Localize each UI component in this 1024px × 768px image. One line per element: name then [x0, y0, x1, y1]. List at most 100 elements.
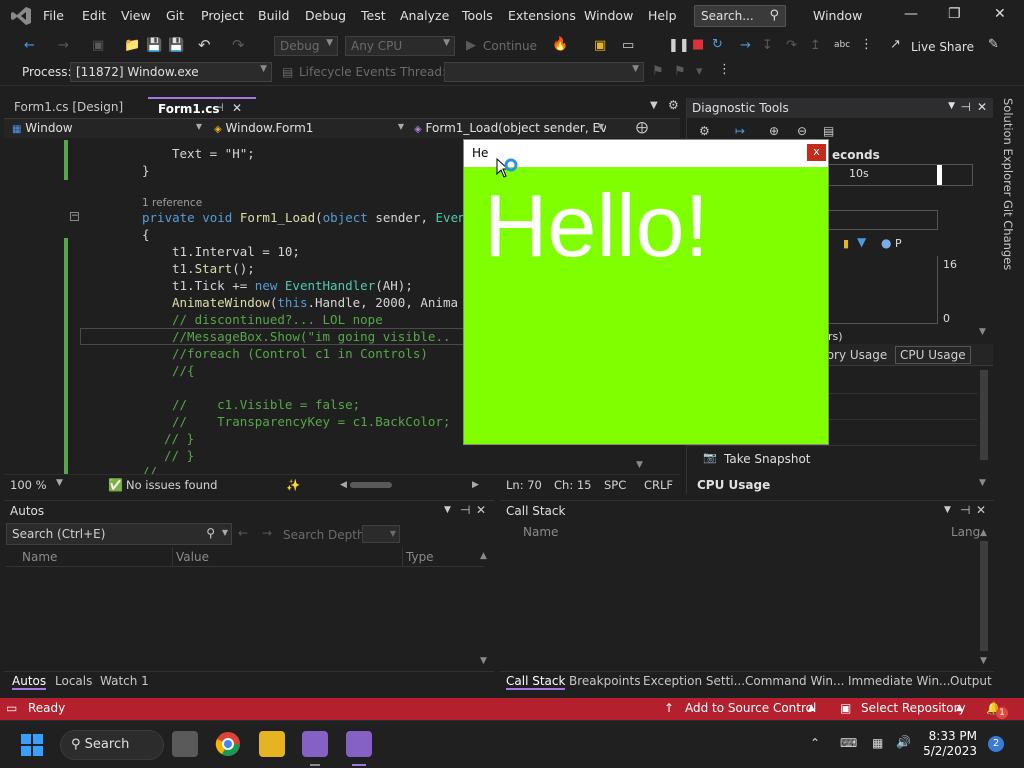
- continue-button[interactable]: Continue: [483, 39, 537, 53]
- lifecycle-events-icon[interactable]: ▤: [282, 65, 293, 79]
- visual-studio-taskbar-icon[interactable]: [302, 731, 328, 757]
- show-next-statement-icon[interactable]: →: [740, 38, 751, 53]
- call-stack-col-name[interactable]: Name: [523, 525, 558, 539]
- menu-debug[interactable]: Debug: [305, 8, 346, 23]
- tab-close-icon[interactable]: ✕: [232, 101, 242, 115]
- call-stack-col-language[interactable]: Lang: [951, 525, 980, 539]
- select-repository-button[interactable]: Select Repository: [861, 701, 966, 715]
- tab-locals[interactable]: Locals: [55, 674, 92, 688]
- call-stack-scroll-down-icon[interactable]: ▼: [980, 656, 987, 666]
- scroll-down-icon[interactable]: ▼: [636, 460, 643, 470]
- form-body[interactable]: Hello!: [464, 167, 828, 444]
- new-project-icon[interactable]: ▣: [92, 38, 104, 53]
- autos-search-input[interactable]: Search (Ctrl+E) ⚲ ▼: [6, 523, 232, 545]
- autos-col-name[interactable]: Name: [22, 550, 57, 564]
- autos-pin-icon[interactable]: ⊣: [460, 503, 470, 517]
- hot-reload-icon[interactable]: 🔥: [552, 37, 568, 52]
- pin-icon[interactable]: ⊣: [214, 101, 224, 114]
- split-editor-icon[interactable]: ⨁: [636, 120, 648, 134]
- menu-view[interactable]: View: [121, 8, 151, 23]
- form-close-button[interactable]: x: [807, 144, 826, 161]
- line-number[interactable]: Ln: 70: [506, 478, 542, 492]
- tray-overflow-icon[interactable]: ⌃: [810, 736, 820, 750]
- visual-studio-taskbar-icon-2[interactable]: [346, 731, 372, 757]
- zoom-in-icon[interactable]: ⊕: [769, 124, 779, 138]
- save-icon[interactable]: 💾: [146, 38, 162, 53]
- folder-icon[interactable]: ▣: [594, 38, 606, 53]
- tab-output[interactable]: Output: [950, 674, 992, 688]
- window-layout-icon[interactable]: ▭: [622, 38, 634, 53]
- taskbar-search[interactable]: ⚲ Search: [60, 730, 164, 760]
- search-depth-combo[interactable]: ▼: [362, 525, 400, 543]
- diag-scroll-bottom-icon[interactable]: ▼: [979, 478, 986, 488]
- autos-search-dropdown-icon[interactable]: ▼: [222, 528, 228, 537]
- collapse-icon[interactable]: −: [70, 212, 79, 221]
- whitespace-mode[interactable]: SPC: [604, 478, 626, 492]
- network-icon[interactable]: ▦: [872, 736, 883, 750]
- tab-immediate-window[interactable]: Immediate Win...: [848, 674, 951, 688]
- save-all-icon[interactable]: 💾: [168, 38, 184, 53]
- diag-settings-icon[interactable]: ⚙: [699, 124, 710, 138]
- windows-start-icon[interactable]: [21, 734, 43, 756]
- process-combo[interactable]: [11872] Window.exe ▼: [70, 62, 272, 82]
- menu-build[interactable]: Build: [258, 8, 289, 23]
- project-combo[interactable]: ▦ Window ▼: [8, 120, 204, 138]
- tab-autos[interactable]: Autos: [12, 674, 47, 690]
- feedback-icon[interactable]: ✎: [988, 37, 999, 52]
- add-to-source-control-button[interactable]: Add to Source Control: [685, 701, 816, 715]
- timeline-cursor[interactable]: [937, 165, 942, 185]
- call-stack-scrollbar-thumb[interactable]: [980, 541, 988, 651]
- spell-check-icon[interactable]: abc: [834, 40, 850, 50]
- platform-combo[interactable]: Any CPU ▼: [345, 36, 455, 56]
- tab-breakpoints[interactable]: Breakpoints: [569, 674, 640, 688]
- menu-edit[interactable]: Edit: [82, 8, 106, 23]
- tab-form1-design[interactable]: Form1.cs [Design]: [4, 97, 146, 117]
- menu-extensions[interactable]: Extensions: [508, 8, 576, 23]
- scroll-left-icon[interactable]: ◀: [340, 480, 347, 490]
- menu-window[interactable]: Window: [584, 8, 633, 23]
- system-clock[interactable]: 8:33 PM 5/2/2023: [923, 729, 977, 759]
- search-forward-icon[interactable]: →: [262, 526, 272, 540]
- call-stack-close-icon[interactable]: ✕: [976, 503, 986, 517]
- filter-icon[interactable]: ▾: [696, 64, 703, 79]
- search-back-icon[interactable]: ←: [238, 526, 248, 540]
- menu-file[interactable]: File: [43, 8, 64, 23]
- column-number[interactable]: Ch: 15: [554, 478, 591, 492]
- horizontal-scroll-thumb[interactable]: [350, 482, 392, 488]
- autos-scroll-down-icon[interactable]: ▼: [480, 656, 487, 666]
- tab-form1-code[interactable]: Form1.cs ⊣ ✕: [148, 97, 256, 117]
- close-icon[interactable]: ✕: [994, 6, 1006, 22]
- maximize-icon[interactable]: ❐: [948, 6, 961, 22]
- class-combo[interactable]: ◈ Window.Form1 ▼: [210, 120, 406, 138]
- menu-test[interactable]: Test: [361, 8, 386, 23]
- volume-icon[interactable]: 🔊: [896, 735, 911, 749]
- source-control-caret-icon[interactable]: ▲: [808, 703, 815, 713]
- tab-command-window[interactable]: Command Win...: [745, 674, 844, 688]
- thread-combo[interactable]: ▼: [444, 62, 644, 82]
- menu-project[interactable]: Project: [201, 8, 244, 23]
- stop-icon[interactable]: ■: [692, 37, 704, 52]
- step-out-icon[interactable]: ↥: [810, 38, 821, 53]
- git-changes-tab[interactable]: Git Changes: [1001, 200, 1015, 270]
- member-combo[interactable]: ◈ Form1_Load(object sender, Eve ▼: [410, 120, 606, 138]
- call-stack-menu-icon[interactable]: ▼: [944, 505, 951, 515]
- redo-icon[interactable]: ↷: [232, 36, 245, 54]
- zoom-out-icon[interactable]: ⊖: [797, 124, 807, 138]
- panel-pin-icon[interactable]: ⊣: [961, 100, 971, 114]
- running-form-window[interactable]: He x Hello!: [463, 139, 829, 445]
- menu-analyze[interactable]: Analyze: [400, 8, 449, 23]
- events-track[interactable]: [828, 210, 938, 230]
- flag-icon[interactable]: ⚑: [652, 64, 664, 79]
- diag-export-icon[interactable]: ↦: [735, 124, 745, 138]
- configuration-combo[interactable]: Debug ▼: [274, 36, 338, 56]
- live-share-icon[interactable]: ↗: [890, 37, 901, 52]
- pause-icon[interactable]: ❚❚: [668, 38, 690, 53]
- menu-git[interactable]: Git: [166, 8, 184, 23]
- settings-gear-icon[interactable]: ⚙: [668, 98, 679, 112]
- toolbar2-overflow-icon[interactable]: ⋮: [718, 62, 731, 77]
- minimize-icon[interactable]: —: [904, 6, 918, 22]
- autos-close-icon[interactable]: ✕: [476, 503, 486, 517]
- toolbar-overflow-icon[interactable]: ⋮: [860, 37, 873, 52]
- diag-scrollbar-thumb[interactable]: [980, 370, 988, 460]
- cleanup-icon[interactable]: ✨: [286, 478, 300, 492]
